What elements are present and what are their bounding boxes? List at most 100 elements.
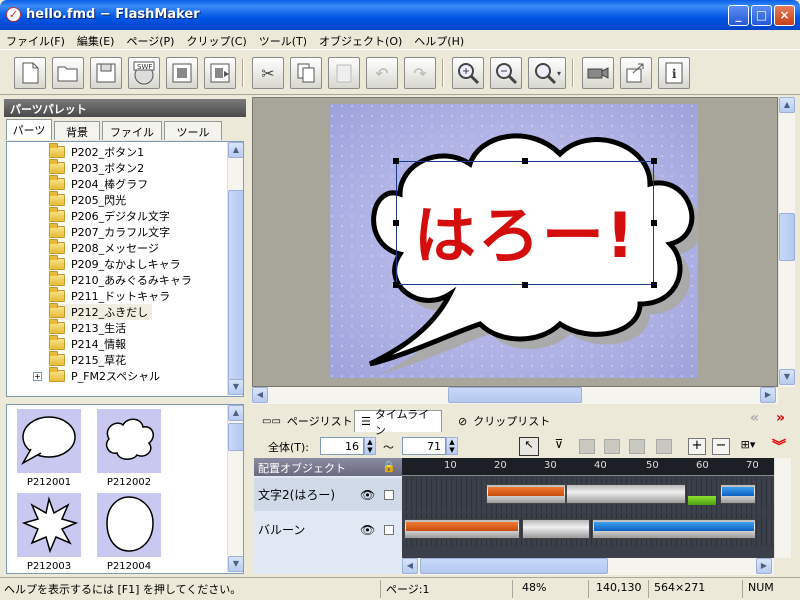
eye-icon[interactable]: 👁 bbox=[360, 488, 375, 502]
tab-timeline[interactable]: ☰ タイムライン bbox=[354, 408, 442, 437]
disabled-tool-icon[interactable] bbox=[629, 439, 645, 454]
scroll-thumb[interactable] bbox=[448, 387, 582, 403]
new-file-icon[interactable] bbox=[14, 57, 46, 89]
open-folder-icon[interactable] bbox=[52, 57, 84, 89]
zoom-dropdown-icon[interactable]: ⊞▾ bbox=[736, 438, 760, 455]
expand-icon[interactable]: + bbox=[33, 371, 42, 381]
canvas-vscroll[interactable]: ▲ ▼ bbox=[778, 97, 795, 387]
eye-icon[interactable]: 👁 bbox=[360, 523, 375, 537]
scroll-thumb[interactable] bbox=[228, 190, 243, 380]
scroll-left-icon[interactable]: ◀ bbox=[402, 558, 418, 574]
menu-help[interactable]: ヘルプ(H) bbox=[408, 30, 470, 50]
tree-item[interactable]: P211_ドットキャラ bbox=[49, 287, 170, 304]
object-checkbox[interactable] bbox=[384, 524, 394, 535]
menu-tools[interactable]: ツール(T) bbox=[253, 30, 313, 50]
scroll-down-icon[interactable]: ▼ bbox=[779, 369, 795, 385]
tree-item[interactable]: P204_棒グラフ bbox=[49, 175, 148, 192]
export-arrow-icon[interactable] bbox=[620, 57, 652, 89]
movie-icon[interactable] bbox=[166, 57, 198, 89]
tree-item[interactable]: P215_草花 bbox=[49, 351, 126, 368]
swf-export-icon[interactable]: SWF bbox=[128, 57, 160, 89]
menu-file[interactable]: ファイル(F) bbox=[0, 30, 71, 50]
scroll-thumb[interactable] bbox=[779, 213, 795, 261]
maximize-button[interactable]: □ bbox=[751, 5, 772, 26]
scroll-down-icon[interactable]: ▼ bbox=[228, 379, 243, 395]
canvas-hscroll[interactable]: ◀ ▶ bbox=[252, 387, 778, 404]
resize-handle[interactable] bbox=[522, 282, 528, 288]
object-checkbox[interactable] bbox=[384, 489, 394, 500]
resize-handle[interactable] bbox=[393, 220, 399, 226]
tween-bar-orange[interactable] bbox=[488, 487, 564, 496]
scroll-up-icon[interactable]: ▲ bbox=[228, 405, 243, 421]
menu-clip[interactable]: クリップ(C) bbox=[180, 30, 252, 50]
redo-icon[interactable]: ↷ bbox=[404, 57, 436, 89]
movie-export-icon[interactable] bbox=[204, 57, 236, 89]
scroll-right-icon[interactable]: ▶ bbox=[760, 387, 776, 403]
scroll-up-icon[interactable]: ▲ bbox=[228, 142, 243, 158]
filter-icon[interactable]: ⊽ bbox=[549, 437, 569, 456]
tree-scrollbar[interactable]: ▲ ▼ bbox=[227, 142, 243, 396]
tab-clip-list[interactable]: ⊘ クリップリスト bbox=[452, 410, 556, 432]
minimize-button[interactable]: _ bbox=[728, 5, 749, 26]
zoom-fit-icon[interactable]: ▾ bbox=[528, 57, 566, 89]
tree-item[interactable]: + P_FM2スペシャル bbox=[33, 367, 160, 384]
scroll-up-icon[interactable]: ▲ bbox=[779, 97, 795, 113]
scroll-left-icon[interactable]: ◀ bbox=[252, 387, 268, 403]
tree-item[interactable]: P213_生活 bbox=[49, 319, 126, 336]
chevron-right-icon[interactable]: » bbox=[776, 410, 785, 426]
tree-item[interactable]: P214_情報 bbox=[49, 335, 126, 352]
tree-item[interactable]: P207_カラフル文字 bbox=[49, 223, 170, 240]
end-frame-spinner[interactable]: ▲ ▼ bbox=[446, 437, 458, 455]
resize-handle[interactable] bbox=[393, 158, 399, 164]
end-frame-input[interactable]: 71 bbox=[402, 437, 446, 455]
app-icon[interactable]: ✓ bbox=[6, 7, 21, 22]
tab-page-list[interactable]: ▭▭ ページリスト bbox=[256, 410, 359, 432]
round-balloon-thumb[interactable] bbox=[97, 493, 161, 557]
menu-page[interactable]: ページ(P) bbox=[120, 30, 180, 50]
zoom-out-icon[interactable] bbox=[490, 57, 522, 89]
tab-tools[interactable]: ツール bbox=[164, 121, 222, 140]
resize-handle[interactable] bbox=[393, 282, 399, 288]
scroll-down-icon[interactable]: ▼ bbox=[228, 556, 243, 572]
close-button[interactable]: × bbox=[774, 5, 795, 26]
cut-scissors-icon[interactable]: ✂ bbox=[252, 57, 284, 89]
chevron-left-icon[interactable]: « bbox=[750, 410, 759, 426]
disabled-tool-icon[interactable] bbox=[604, 439, 620, 454]
paste-icon[interactable] bbox=[328, 57, 360, 89]
resize-handle[interactable] bbox=[651, 220, 657, 226]
tween-bar-blue[interactable] bbox=[722, 487, 754, 496]
tree-item[interactable]: P203_ボタン2 bbox=[49, 159, 144, 176]
add-icon[interactable]: + bbox=[688, 438, 706, 455]
tree-item[interactable]: P202_ボタン1 bbox=[49, 143, 144, 160]
camera-icon[interactable] bbox=[582, 57, 614, 89]
disabled-tool-icon[interactable] bbox=[579, 439, 595, 454]
start-frame-spinner[interactable]: ▲ ▼ bbox=[364, 437, 376, 455]
resize-handle[interactable] bbox=[651, 282, 657, 288]
burst-balloon-thumb[interactable] bbox=[17, 493, 81, 557]
tween-bar-green[interactable] bbox=[688, 496, 716, 505]
selection-box[interactable] bbox=[396, 161, 654, 285]
menu-edit[interactable]: 編集(E) bbox=[71, 30, 121, 50]
tween-bar-blue[interactable] bbox=[594, 522, 754, 531]
copy-icon[interactable] bbox=[290, 57, 322, 89]
tree-item[interactable]: P205_閃光 bbox=[49, 191, 126, 208]
balloon-thumb[interactable] bbox=[17, 409, 81, 473]
timeline-vscroll[interactable] bbox=[774, 458, 791, 558]
cloud-balloon-thumb[interactable] bbox=[97, 409, 161, 473]
object-row[interactable]: バルーン 👁 bbox=[254, 513, 402, 546]
tree-item-selected[interactable]: P212_ふきだし bbox=[49, 303, 153, 320]
zoom-in-icon[interactable] bbox=[452, 57, 484, 89]
tree-item[interactable]: P209_なかよしキャラ bbox=[49, 255, 181, 272]
scroll-thumb[interactable] bbox=[228, 423, 243, 451]
scroll-thumb[interactable] bbox=[420, 558, 608, 574]
disabled-tool-icon[interactable] bbox=[656, 439, 672, 454]
undo-icon[interactable]: ↶ bbox=[366, 57, 398, 89]
menu-object[interactable]: オブジェクト(O) bbox=[313, 30, 408, 50]
start-frame-input[interactable]: 16 bbox=[320, 437, 364, 455]
tab-file[interactable]: ファイル bbox=[102, 121, 162, 140]
tree-item[interactable]: P210_あみぐるみキャラ bbox=[49, 271, 192, 288]
tab-parts[interactable]: パーツ bbox=[6, 119, 52, 140]
info-icon[interactable]: i bbox=[658, 57, 690, 89]
tween-bar-orange[interactable] bbox=[406, 522, 518, 531]
lock-icon[interactable]: 🔒 bbox=[382, 460, 396, 473]
